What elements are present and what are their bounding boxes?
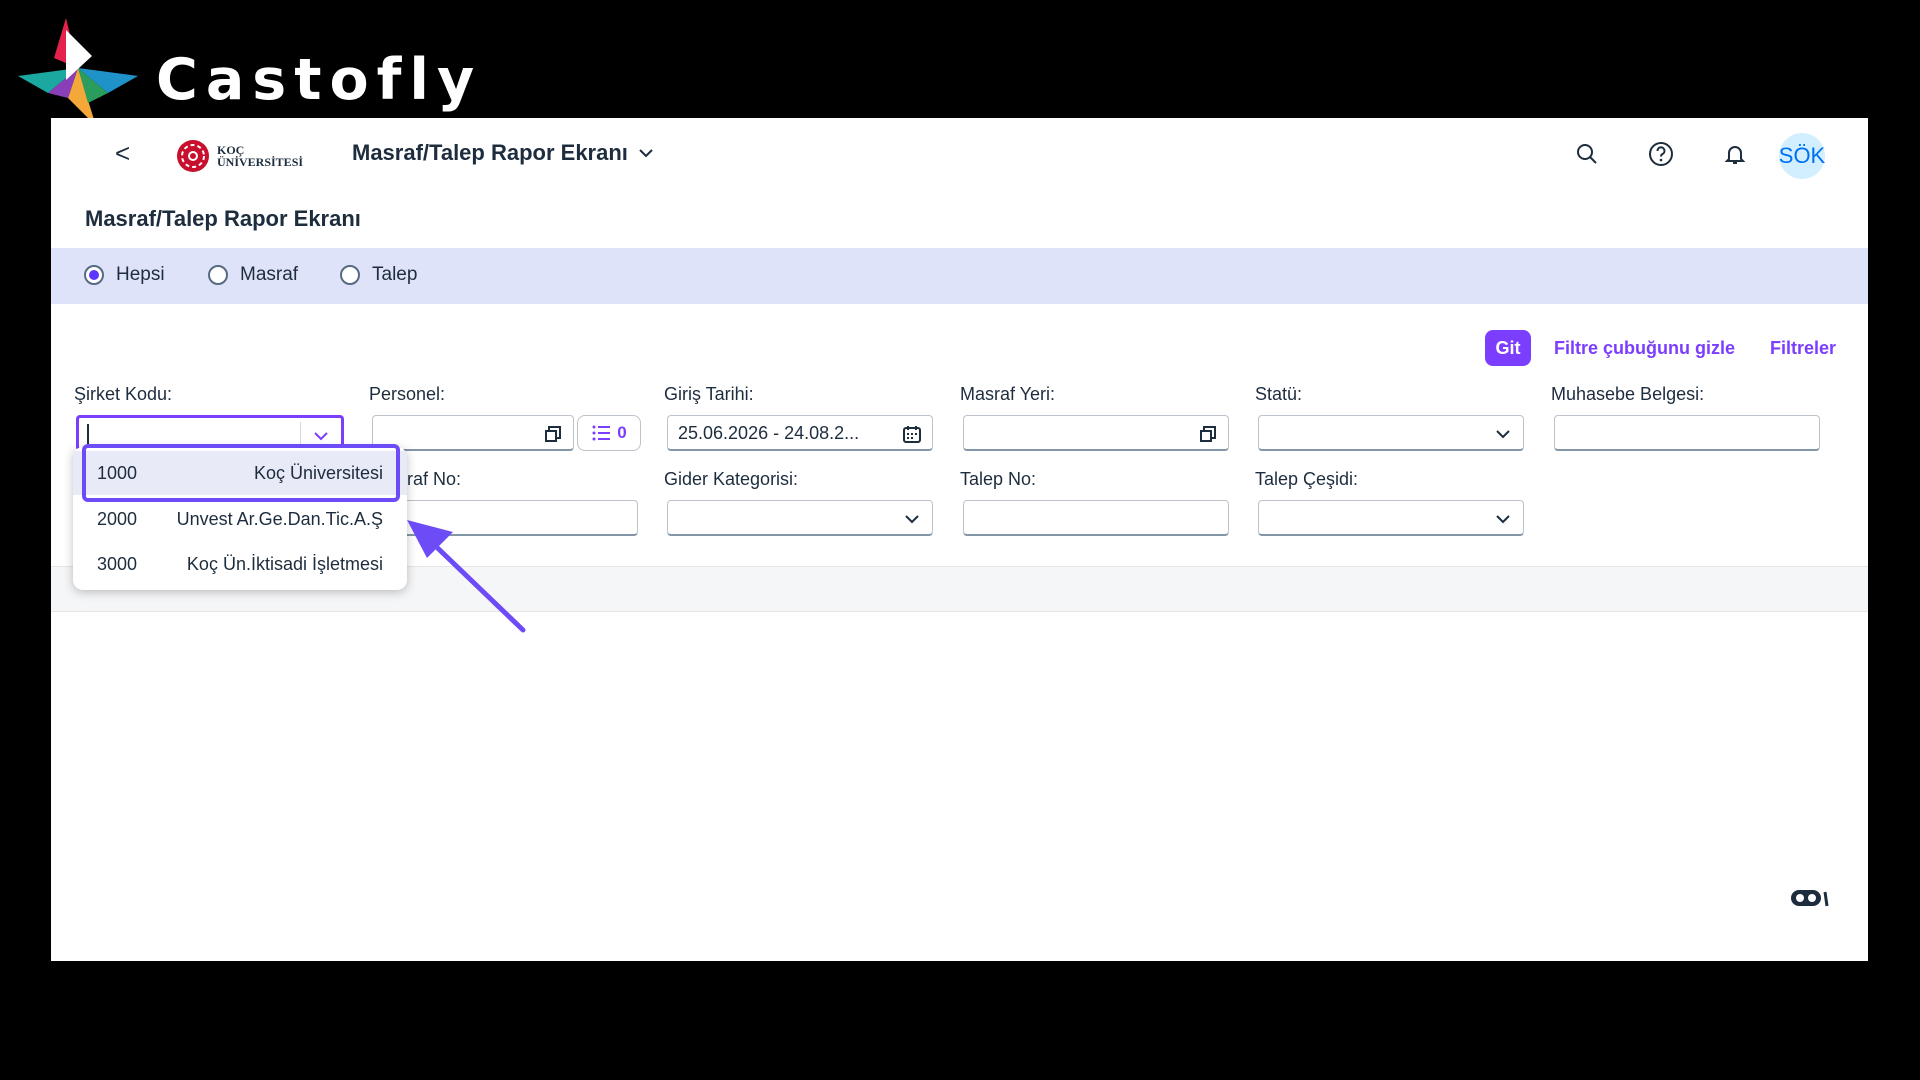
chevron-down-icon — [639, 149, 653, 158]
assistant-bot-icon[interactable] — [1787, 884, 1831, 914]
go-button[interactable]: Git — [1485, 330, 1531, 366]
muhasebe-belgesi-input[interactable] — [1554, 415, 1820, 451]
personel-token-button[interactable]: 0 — [577, 415, 641, 451]
chevron-down-icon[interactable] — [1493, 509, 1513, 529]
list-icon — [592, 425, 611, 441]
castofly-logo-icon — [18, 18, 138, 126]
masraf-yeri-label: Masraf Yeri: — [960, 384, 1056, 404]
avatar[interactable]: SÖK — [1779, 133, 1825, 179]
calendar-icon[interactable] — [902, 424, 922, 444]
chevron-down-icon[interactable] — [1493, 424, 1513, 444]
statu-select[interactable] — [1258, 415, 1524, 451]
value-help-icon[interactable] — [1198, 424, 1218, 444]
tutorial-arrow-icon — [407, 520, 526, 633]
talep-no-input[interactable] — [963, 500, 1229, 536]
talep-no-label: Talep No: — [960, 469, 1037, 489]
bell-icon[interactable] — [1721, 140, 1749, 168]
muhasebe-belgesi-label: Muhasebe Belgesi: — [1551, 384, 1705, 404]
app-screen: < KOÇ ÜNİVERSİTESİ Masraf/Talep Rapor Ek… — [51, 118, 1868, 961]
gider-kategorisi-select[interactable] — [667, 500, 933, 536]
gider-kategorisi-label: Gider Kategorisi: — [664, 469, 799, 489]
castofly-brand: Castofly — [18, 18, 482, 128]
castofly-brand-text: Castofly — [156, 47, 483, 113]
token-count: 0 — [617, 423, 627, 442]
talep-cesidi-label: Talep Çeşidi: — [1255, 469, 1359, 489]
giris-tarihi-input[interactable]: 25.06.2026 - 24.08.2... — [667, 415, 933, 451]
statu-label: Statü: — [1255, 384, 1303, 404]
chevron-down-icon[interactable] — [902, 509, 922, 529]
giris-tarihi-label: Giriş Tarihi: — [664, 384, 754, 404]
date-range-value: 25.06.2026 - 24.08.2... — [678, 423, 860, 443]
talep-cesidi-select[interactable] — [1258, 500, 1524, 536]
masraf-yeri-input[interactable] — [963, 415, 1229, 451]
filters-link[interactable]: Filtreler — [1770, 338, 1836, 359]
help-icon[interactable] — [1647, 140, 1675, 168]
hide-filter-bar-link[interactable]: Filtre çubuğunu gizle — [1554, 338, 1735, 359]
search-icon[interactable] — [1573, 140, 1601, 168]
